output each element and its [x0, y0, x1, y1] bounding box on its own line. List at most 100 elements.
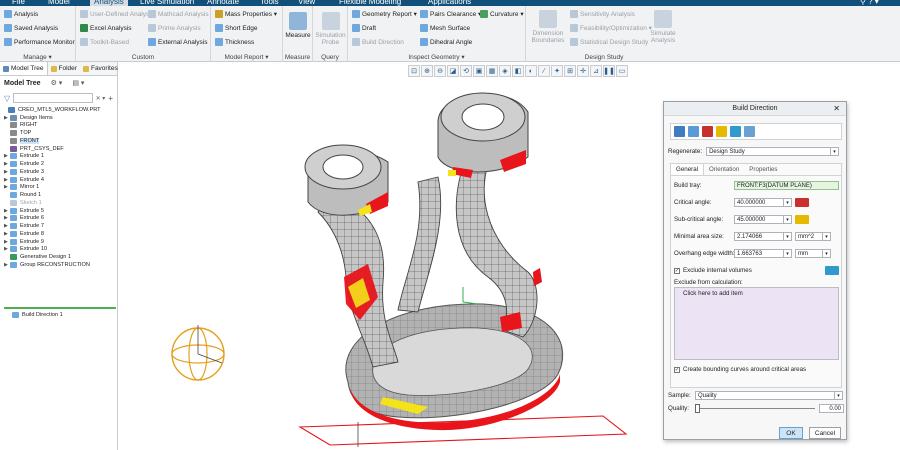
display-icon[interactable]: ▭ — [616, 65, 628, 77]
histogram-icon[interactable] — [688, 126, 699, 137]
cancel-button[interactable]: Cancel — [809, 427, 841, 439]
mesh-surface-button[interactable]: Mesh Surface — [420, 24, 470, 32]
tab-general[interactable]: General — [671, 164, 705, 175]
tree-item[interactable]: ▶ Extrude 8 — [0, 230, 117, 238]
saved-orientations-icon[interactable]: ▣ — [473, 65, 485, 77]
tree-item[interactable]: ▶ Mirror 1 — [0, 184, 117, 192]
tree-search-input[interactable] — [13, 93, 93, 103]
tree-item[interactable]: ▶ Extrude 6 — [0, 215, 117, 223]
view-manager-icon[interactable]: ▦ — [486, 65, 498, 77]
tree-item[interactable]: ▶ Extrude 10 — [0, 246, 117, 254]
tree-item[interactable]: ▶ Extrude 4 — [0, 176, 117, 184]
subcritical-areas-icon[interactable] — [716, 126, 727, 137]
chevron-down-icon[interactable]: ▾ — [835, 391, 843, 400]
add-icon[interactable]: + — [108, 94, 113, 103]
saved-analysis-button[interactable]: Saved Analysis — [4, 24, 58, 32]
tab-folder[interactable]: Folder — [48, 62, 80, 75]
datum-display-icon[interactable]: ⁄ — [538, 65, 550, 77]
chevron-down-icon[interactable]: ▾ — [831, 147, 840, 156]
subcritical-color-icon[interactable] — [795, 215, 809, 224]
tree-item[interactable]: CREO_MTL5_WORKFLOW.PRT — [0, 106, 117, 114]
overhang-unit-select[interactable]: mm — [795, 249, 823, 258]
draft-button[interactable]: Draft — [352, 24, 376, 32]
overhang-icon[interactable] — [730, 126, 741, 137]
group-label-model-report[interactable]: Model Report ▾ — [211, 53, 282, 61]
chevron-down-icon[interactable]: ▾ — [784, 215, 792, 224]
quality-input[interactable]: 0.00 — [819, 404, 844, 413]
zoom-in-icon[interactable]: ⊕ — [421, 65, 433, 77]
tree-item[interactable]: Generative Design 1 — [0, 253, 117, 261]
tree-item[interactable]: ▶ Extrude 9 — [0, 238, 117, 246]
prime-analysis-button[interactable]: Prime Analysis — [148, 24, 201, 32]
mathcad-analysis-button[interactable]: Mathcad Analysis — [148, 10, 209, 18]
ok-button[interactable]: OK — [779, 427, 803, 439]
tree-item[interactable]: PRT_CSYS_DEF — [0, 145, 117, 153]
repaint-icon[interactable]: ◪ — [447, 65, 459, 77]
critical-color-icon[interactable] — [795, 198, 809, 207]
group-label-inspect-geometry[interactable]: Inspect Geometry ▾ — [348, 53, 525, 61]
geometry-report-button[interactable]: Geometry Report ▾ — [352, 10, 417, 18]
mass-properties-button[interactable]: Mass Properties ▾ — [215, 10, 277, 18]
simulate-analysis-button[interactable]: Simulate Analysis — [648, 10, 678, 44]
slider-handle[interactable] — [695, 404, 700, 413]
tree-item[interactable]: FRONT — [0, 137, 117, 145]
simulation-probe-button[interactable]: Simulation Probe — [315, 12, 346, 46]
performance-monitor-button[interactable]: Performance Monitor — [4, 38, 75, 46]
tray-icon[interactable] — [744, 126, 755, 137]
pairs-clearance-button[interactable]: Pairs Clearance ▾ — [420, 10, 481, 18]
thickness-button[interactable]: Thickness — [215, 38, 254, 46]
chevron-down-icon[interactable]: ▾ — [784, 232, 792, 241]
regenerate-select[interactable]: Design Study — [706, 147, 832, 156]
tree-item[interactable]: ▶ Extrude 7 — [0, 222, 117, 230]
chevron-down-icon[interactable]: ▾ — [823, 249, 831, 258]
min-area-unit-select[interactable]: mm^2 — [795, 232, 823, 241]
short-edge-button[interactable]: Short Edge — [215, 24, 258, 32]
tab-properties[interactable]: Properties — [744, 164, 782, 175]
chevron-down-icon[interactable]: ▾ — [784, 198, 792, 207]
tree-item[interactable]: Sketch 1 — [0, 199, 117, 207]
chart-icon[interactable] — [674, 126, 685, 137]
section-icon[interactable]: ⊞ — [564, 65, 576, 77]
appearance-icon[interactable]: ◐ — [525, 65, 537, 77]
tab-favorites[interactable]: Favorites — [80, 62, 121, 75]
excel-analysis-button[interactable]: Excel Analysis — [80, 24, 132, 32]
dihedral-angle-button[interactable]: Dihedral Angle — [420, 38, 472, 46]
statistical-design-study-button[interactable]: Statistical Design Study — [570, 38, 648, 46]
user-defined-analysis-button[interactable]: User-Defined Analysis — [80, 10, 154, 18]
curvature-button[interactable]: Curvature ▾ — [480, 10, 524, 18]
analysis-button[interactable]: Analysis — [4, 10, 38, 18]
internal-color-icon[interactable] — [825, 266, 839, 275]
critical-angle-input[interactable]: 40.000000 — [734, 198, 784, 207]
spin-center-icon[interactable]: ✛ — [577, 65, 589, 77]
display-style-icon[interactable]: ◧ — [512, 65, 524, 77]
pause-icon[interactable]: ❚❚ — [603, 65, 615, 77]
annotation-display-icon[interactable]: ✦ — [551, 65, 563, 77]
external-analysis-button[interactable]: External Analysis — [148, 38, 208, 46]
tree-settings-icon[interactable]: ⚙ ▾ — [51, 79, 63, 87]
dimension-boundaries-button[interactable]: Dimension Boundaries — [528, 10, 568, 44]
tree-item[interactable]: TOP — [0, 129, 117, 137]
clear-icon[interactable]: ✕ ▾ — [96, 95, 106, 102]
feasibility-optimization-button[interactable]: Feasibility/Optimization ▾ — [570, 24, 652, 32]
tree-item[interactable]: ▶ Extrude 2 — [0, 160, 117, 168]
reorient-icon[interactable]: ⟲ — [460, 65, 472, 77]
tree-item-build-direction-1[interactable]: Build Direction 1 — [8, 311, 63, 319]
bracket-model[interactable] — [288, 82, 628, 447]
filter-icon[interactable]: ▽ — [4, 94, 10, 103]
chevron-down-icon[interactable]: ▾ — [784, 249, 792, 258]
tree-item[interactable]: ▶ Extrude 3 — [0, 168, 117, 176]
bounding-curves-checkbox[interactable]: ✓ — [674, 366, 680, 373]
toolkit-based-button[interactable]: Toolkit-Based — [80, 38, 129, 46]
build-direction-ribbon-button[interactable]: Build Direction — [352, 38, 404, 46]
tab-model-tree[interactable]: Model Tree — [0, 62, 48, 75]
tree-item[interactable]: Round 1 — [0, 191, 117, 199]
subcritical-angle-input[interactable]: 45.000000 — [734, 215, 784, 224]
perspective-icon[interactable]: ◈ — [499, 65, 511, 77]
exclude-collector[interactable]: Click here to add item — [674, 287, 839, 360]
tab-orientation[interactable]: Orientation — [704, 164, 744, 175]
measure-button[interactable]: Measure — [285, 12, 311, 39]
exclude-internal-checkbox[interactable]: ✓ — [674, 267, 680, 274]
chevron-down-icon[interactable]: ▾ — [823, 232, 831, 241]
quality-slider[interactable] — [695, 404, 815, 413]
critical-areas-icon[interactable] — [702, 126, 713, 137]
